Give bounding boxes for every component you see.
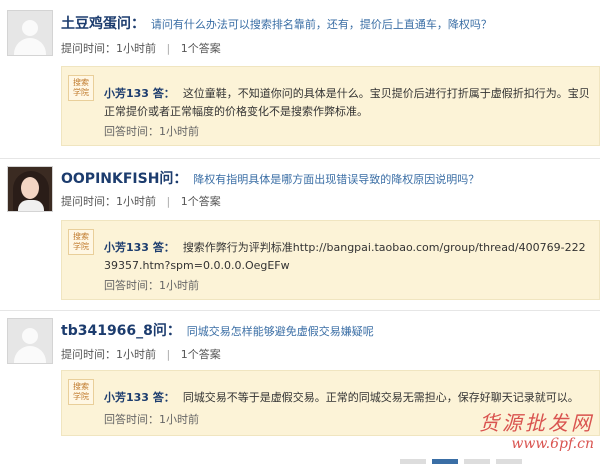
- divider: [0, 158, 600, 159]
- answer-time: 回答时间：1小时前: [104, 125, 199, 138]
- search-academy-logo: 搜索 学院: [68, 229, 94, 255]
- answerer-name[interactable]: 小芳133 答：: [104, 241, 175, 254]
- answer-text: 同城交易不等于是虚假交易。正常的同城交易无需担心，保存好聊天记录就可以。: [182, 391, 579, 404]
- answer-box: 搜索 学院 小芳133 答： 这位童鞋，不知道你问的具体是什么。宝贝提价后进行打折属…: [61, 66, 600, 146]
- asker-name[interactable]: tb341966_8: [61, 323, 153, 339]
- answer-count[interactable]: 1个答案: [181, 195, 221, 208]
- divider: [0, 310, 600, 311]
- answerer-name[interactable]: 小芳133 答：: [104, 391, 175, 404]
- watermark-title: 货源批发网: [479, 411, 594, 435]
- page-button[interactable]: [400, 459, 426, 464]
- page-button[interactable]: [464, 459, 490, 464]
- question-meta: 提问时间：1小时前 | 1个答案: [61, 348, 221, 361]
- answer-count[interactable]: 1个答案: [181, 42, 221, 55]
- question-link[interactable]: 同城交易怎样能够避免虚假交易嫌疑呢: [187, 325, 374, 338]
- asker-name[interactable]: OOPINKFISH: [61, 171, 159, 187]
- answer-text: 这位童鞋，不知道你问的具体是什么。宝贝提价后进行打折属于虚假折扣行为。宝贝正常提…: [104, 87, 590, 118]
- pagination[interactable]: [400, 453, 590, 464]
- answerer-name[interactable]: 小芳133 答：: [104, 87, 175, 100]
- default-avatar-icon[interactable]: [7, 10, 53, 56]
- answer-box: 搜索 学院 小芳133 答： 搜索作弊行为评判标准http://bangpai.ta…: [61, 220, 600, 300]
- page-button[interactable]: [496, 459, 522, 464]
- answer-time: 回答时间：1小时前: [104, 279, 199, 292]
- answer-text: 搜索作弊行为评判标准http://bangpai.taobao.com/grou…: [104, 241, 586, 272]
- search-academy-logo: 搜索 学院: [68, 75, 94, 101]
- default-avatar-icon[interactable]: [7, 318, 53, 364]
- user-photo-avatar[interactable]: [7, 166, 53, 212]
- watermark-url: www.6pf.cn: [511, 436, 594, 452]
- answer-count[interactable]: 1个答案: [181, 348, 221, 361]
- page-button-active[interactable]: [432, 459, 458, 464]
- question-link[interactable]: 请问有什么办法可以搜索排名靠前，还有，提价后上直通车，降权吗？: [151, 18, 492, 31]
- asker-name[interactable]: 土豆鸡蛋: [61, 16, 117, 32]
- search-academy-logo: 搜索 学院: [68, 379, 94, 405]
- question-meta: 提问时间：1小时前 | 1个答案: [61, 42, 221, 55]
- question-link[interactable]: 降权有指明具体是哪方面出现错误导致的降权原因说明吗？: [193, 173, 479, 186]
- watermark: 货源批发网 www.6pf.cn: [479, 407, 594, 452]
- question-meta: 提问时间：1小时前 | 1个答案: [61, 195, 221, 208]
- answer-time: 回答时间：1小时前: [104, 413, 199, 426]
